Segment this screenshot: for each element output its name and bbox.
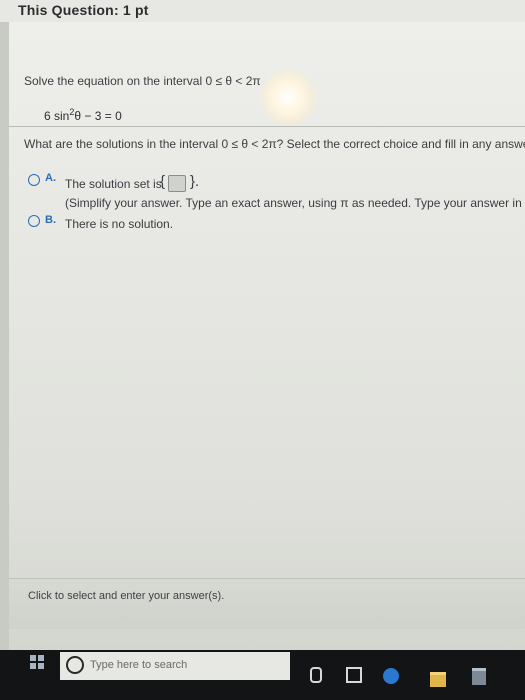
equation: 6 sin2θ − 3 = 0: [44, 107, 122, 123]
header-points: 1 pt: [122, 2, 149, 18]
choice-b-radio[interactable]: [28, 215, 40, 227]
choice-b-letter: B.: [45, 214, 56, 226]
choice-a-hint: (Simplify your answer. Type an exact ans…: [65, 196, 525, 210]
question-header: This Question: 1 pt: [0, 0, 525, 23]
divider: [9, 126, 525, 127]
answer-footer: [9, 578, 525, 629]
equation-pre: 6 sin: [44, 109, 70, 123]
footer-instruction: Click to select and enter your answer(s)…: [28, 590, 225, 602]
question-points-label: This Question: 1 pt: [18, 2, 149, 18]
file-explorer-icon[interactable]: [430, 672, 446, 687]
microphone-icon[interactable]: [310, 667, 322, 683]
edge-browser-icon[interactable]: [383, 668, 399, 684]
choice-a-text: The solution set is: [65, 177, 162, 191]
choice-b-text: There is no solution.: [65, 217, 174, 231]
equation-post: θ − 3 = 0: [74, 109, 122, 123]
cortana-icon: [66, 656, 84, 674]
brace-open: {: [160, 173, 166, 190]
brace-close: }.: [190, 173, 200, 190]
left-gutter: [0, 22, 9, 650]
solution-set-input[interactable]: [168, 175, 186, 192]
header-title: This Question:: [18, 2, 119, 18]
task-view-icon[interactable]: [346, 667, 362, 683]
store-icon[interactable]: [472, 668, 486, 685]
sub-question: What are the solutions in the interval 0…: [24, 137, 525, 151]
choice-a-letter: A.: [45, 172, 56, 184]
windows-icon[interactable]: [30, 655, 44, 669]
question-prompt: Solve the equation on the interval 0 ≤ θ…: [24, 74, 261, 88]
choice-a-radio[interactable]: [28, 174, 40, 186]
taskbar-search-input[interactable]: Type here to search: [90, 659, 187, 671]
